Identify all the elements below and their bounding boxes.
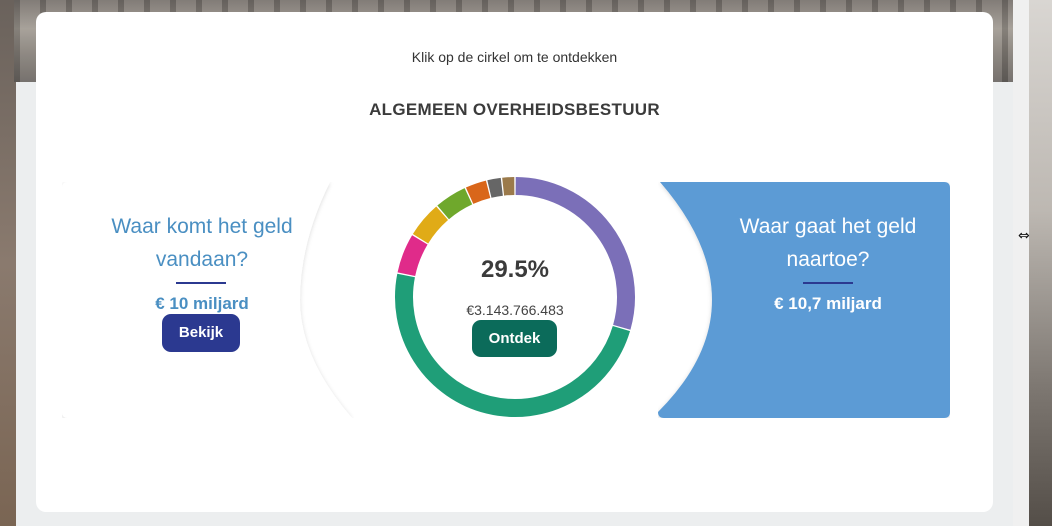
donut-segment-7[interactable]	[487, 177, 503, 198]
donut-segment-5[interactable]	[437, 188, 473, 220]
income-heading: Waar komt het geld vandaan?	[92, 210, 312, 276]
income-divider	[176, 282, 226, 284]
donut-segment-6[interactable]	[465, 180, 491, 204]
spending-divider	[803, 282, 853, 284]
ontdek-button[interactable]: Ontdek	[472, 320, 557, 357]
spending-amount: € 10,7 miljard	[774, 294, 882, 313]
background-light-strip	[1013, 0, 1029, 526]
bekijk-button[interactable]: Bekijk	[162, 314, 240, 352]
income-panel[interactable]: Waar komt het geld vandaan? € 10 miljard…	[62, 182, 354, 418]
income-amount: € 10 miljard	[155, 294, 249, 313]
spending-panel[interactable]: Waar gaat het geld naartoe? € 10,7 milja…	[658, 182, 950, 418]
spending-heading-line2: naartoe?	[786, 248, 870, 271]
spending-heading-line1: Waar gaat het geld	[739, 215, 917, 238]
background-photo-right	[1029, 0, 1052, 526]
income-heading-line1: Waar komt het geld	[111, 215, 293, 238]
instruction-text: Klik op de cirkel om te ontdekken	[411, 49, 618, 65]
donut-segment-8[interactable]	[502, 177, 515, 196]
page-title: ALGEMEEN OVERHEIDSBESTUUR	[369, 100, 660, 119]
donut-segment-4[interactable]	[412, 206, 449, 244]
donut-percentage: 29.5%	[480, 256, 550, 283]
budget-card: Klik op de cirkel om te ontdekken ALGEME…	[36, 12, 993, 512]
donut-chart[interactable]: 29.5% €3.143.766.483 Ontdek	[394, 176, 636, 418]
spending-heading: Waar gaat het geld naartoe?	[718, 210, 938, 276]
donut-ring[interactable]	[394, 176, 636, 418]
donut-amount: €3.143.766.483	[466, 302, 564, 318]
resize-cursor-icon: ⇔	[1018, 228, 1030, 244]
income-heading-line2: vandaan?	[155, 248, 249, 271]
